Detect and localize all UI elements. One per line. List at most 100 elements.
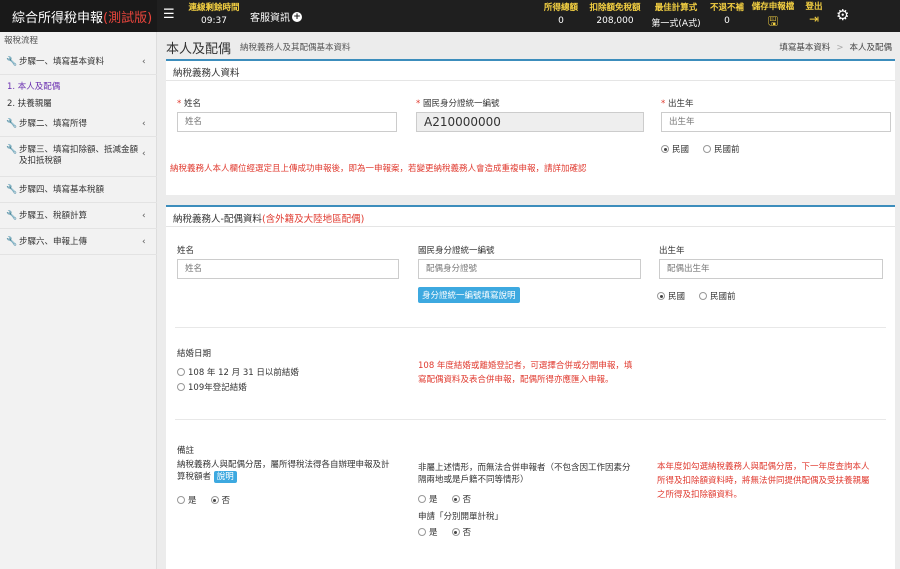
no-radio[interactable] xyxy=(451,528,460,536)
step-label: 步驟六、申報上傳 xyxy=(19,237,88,247)
page-header: 本人及配偶 納稅義務人及其配偶基本資料 填寫基本資料 > 本人及配偶 xyxy=(157,32,900,60)
chevron-left-icon: ‹ xyxy=(142,149,146,159)
service-label: 客服資訊 xyxy=(250,13,290,24)
yes-radio[interactable] xyxy=(177,496,185,504)
session-timer: 連線剩餘時間 09:37 xyxy=(186,1,242,26)
spouse-name-input[interactable] xyxy=(177,259,399,279)
stat-gross-income: 所得總額 0 xyxy=(540,1,582,26)
marriage-warning: 108 年度結婚或離婚登記者，可選擇合併或分開申報，填 寫配偶資料及表合併申報，配… xyxy=(418,361,633,385)
spouse-id-input[interactable] xyxy=(418,259,641,279)
era-roc-radio[interactable] xyxy=(657,292,665,300)
app-brand: 綜合所得稅申報 (測試版) xyxy=(0,0,157,32)
spouse-heading: 納稅義務人-配偶資料(含外籍及大陸地區配偶) xyxy=(166,207,895,227)
remark-separated-text: 納稅義務人與配偶分居，屬所得稅法得各自辦理申報及計 算稅額者 說明 xyxy=(177,460,390,483)
era-before-label: 民國前 xyxy=(710,292,736,302)
sidebar-step-5[interactable]: 🔧 步驟五、稅額計算 ‹ xyxy=(0,203,157,229)
wrench-icon: 🔧 xyxy=(6,211,18,221)
yes-radio[interactable] xyxy=(418,528,426,536)
step-label: 步驟三、填寫扣除額、抵減金額 及扣抵稅額 xyxy=(19,145,139,166)
sidebar-sub-dependents[interactable]: 2. 扶養親屬 xyxy=(7,97,52,109)
step-label: 步驟二、填寫所得 xyxy=(19,119,88,129)
separate-tax-radios: 是 否 xyxy=(418,526,471,538)
wrench-icon: 🔧 xyxy=(6,119,18,129)
stat-deductions: 扣除額免稅額 208,000 xyxy=(586,1,644,26)
app-title: 綜合所得稅申報 xyxy=(12,10,104,26)
chevron-left-icon: ‹ xyxy=(142,119,146,129)
chevron-left-icon: ‹ xyxy=(142,237,146,247)
yes-radio[interactable] xyxy=(418,495,426,503)
divider xyxy=(175,419,886,420)
service-info-link[interactable]: 客服資訊 + xyxy=(250,9,302,24)
timer-value: 09:37 xyxy=(201,16,227,26)
taxpayer-birth-input[interactable] xyxy=(661,112,891,132)
taxpayer-era-radios: 民國 民國前 xyxy=(661,143,740,155)
stat-value: 0 xyxy=(558,16,564,26)
stat-label: 不退不補 xyxy=(709,3,744,13)
sidebar-title: 報稅流程 xyxy=(4,36,39,46)
breadcrumb-item[interactable]: 填寫基本資料 xyxy=(779,43,830,53)
logout-label: 登出 xyxy=(805,2,823,12)
explain-button[interactable]: 說明 xyxy=(213,471,237,483)
marriage-option-1[interactable]: 108 年 12 月 31 日以前結婚 xyxy=(177,366,299,378)
step-label: 步驟五、稅額計算 xyxy=(19,211,88,221)
breadcrumb: 填寫基本資料 > 本人及配偶 xyxy=(779,43,892,53)
wrench-icon: 🔧 xyxy=(6,237,18,247)
spouse-panel: 納稅義務人-配偶資料(含外籍及大陸地區配偶) 姓名 國民身分證統一編號 身分證統… xyxy=(166,205,895,569)
sidebar-step-1[interactable]: 🔧 步驟一、填寫基本資料 ‹ xyxy=(0,49,157,75)
floppy-disk-icon: 🖫 xyxy=(767,14,779,28)
marriage-before-radio[interactable] xyxy=(177,368,185,376)
sidebar-sub-self-spouse[interactable]: 1. 本人及配偶 xyxy=(7,80,60,92)
era-roc-radio[interactable] xyxy=(661,145,669,153)
stat-refund-balance: 不退不補 0 xyxy=(706,1,748,26)
marriage-option-2[interactable]: 109年登記結婚 xyxy=(177,381,247,393)
marriage-109-radio[interactable] xyxy=(177,383,185,391)
era-before-radio[interactable] xyxy=(703,145,712,153)
test-tag: (測試版) xyxy=(103,10,153,26)
era-roc-label: 民國 xyxy=(668,292,686,302)
breadcrumb-item: 本人及配偶 xyxy=(849,43,892,53)
sidebar-step-3[interactable]: 🔧 步驟三、填寫扣除額、抵減金額 及扣抵稅額 ‹ xyxy=(0,137,157,177)
sign-out-icon: ⇥ xyxy=(808,12,820,26)
chevron-left-icon: ‹ xyxy=(142,211,146,221)
timer-label: 連線剩餘時間 xyxy=(188,3,240,13)
era-roc-label: 民國 xyxy=(672,145,690,155)
remark-label: 備註 xyxy=(177,446,195,456)
stat-label: 所得總額 xyxy=(543,3,578,13)
sidebar-step-4[interactable]: 🔧 步驟四、填寫基本稅額 xyxy=(0,177,157,203)
sidebar: 報稅流程 🔧 步驟一、填寫基本資料 ‹ 1. 本人及配偶 2. 扶養親屬 🔧 步… xyxy=(0,32,157,569)
era-before-label: 民國前 xyxy=(714,145,740,155)
stat-value: 208,000 xyxy=(596,16,634,26)
wrench-icon: 🔧 xyxy=(6,185,18,195)
main-content: 本人及配偶 納稅義務人及其配偶基本資料 填寫基本資料 > 本人及配偶 納稅義務人資料… xyxy=(157,32,900,569)
save-label: 儲存申報檔 xyxy=(751,2,795,12)
hamburger-menu-icon[interactable]: ☰ xyxy=(163,7,175,22)
stat-label: 最佳計算式 xyxy=(654,3,698,13)
logout-button[interactable]: 登出 ⇥ xyxy=(800,0,828,26)
gear-icon[interactable]: ⚙ xyxy=(836,6,849,24)
spouse-birth-label: 出生年 xyxy=(659,246,685,256)
save-file-button[interactable]: 儲存申報檔 🖫 xyxy=(750,0,796,33)
id-help-button[interactable]: 身分證統一編號填寫說明 xyxy=(418,287,520,303)
taxpayer-warning: 納稅義務人本人欄位經選定且上傳成功申報後，即為一申報案，若變更納稅義務人會造成重… xyxy=(170,164,587,174)
top-bar: 綜合所得稅申報 (測試版) ☰ 連線剩餘時間 09:37 客服資訊 + 所得總額 … xyxy=(0,0,900,32)
taxpayer-name-label: * 姓名 xyxy=(177,99,201,109)
stat-value: 第一式(A式) xyxy=(651,19,701,29)
divider xyxy=(175,327,886,328)
sidebar-step-2[interactable]: 🔧 步驟二、填寫所得 ‹ xyxy=(0,111,157,137)
remark-unable-joint-text: 非屬上述情形，而無法合併申報者（不包含因工作因素分 隔兩地或是戶籍不同等情形） xyxy=(418,463,631,485)
taxpayer-name-input[interactable] xyxy=(177,112,397,132)
taxpayer-id-field: A210000000 xyxy=(416,112,644,132)
taxpayer-birth-label: * 出生年 xyxy=(661,99,694,109)
taxpayer-heading: 納稅義務人資料 xyxy=(166,61,895,81)
spouse-birth-input[interactable] xyxy=(659,259,883,279)
no-radio[interactable] xyxy=(451,495,460,503)
taxpayer-panel: 納稅義務人資料 * 姓名 * 國民身分證統一編號 A210000000 * 出生… xyxy=(166,59,895,195)
spouse-id-label: 國民身分證統一編號 xyxy=(418,246,495,256)
no-radio[interactable] xyxy=(210,496,219,504)
stat-best-formula: 最佳計算式 第一式(A式) xyxy=(648,1,704,29)
era-before-radio[interactable] xyxy=(699,292,708,300)
page-title: 本人及配偶 xyxy=(166,42,232,57)
separate-tax-label: 申請「分別開單計稅」 xyxy=(418,512,504,522)
remark1-radios: 是 否 xyxy=(177,494,230,506)
sidebar-step-6[interactable]: 🔧 步驟六、申報上傳 ‹ xyxy=(0,229,157,255)
